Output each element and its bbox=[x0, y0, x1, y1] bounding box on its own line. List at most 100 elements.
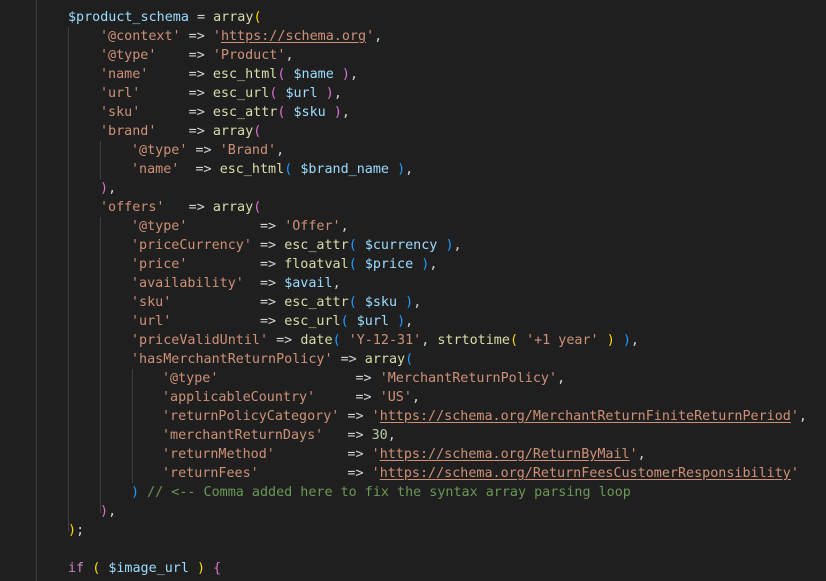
bracket-token: ) bbox=[397, 314, 406, 329]
operator-token bbox=[599, 333, 607, 348]
string-token: 'availability' bbox=[131, 276, 244, 291]
string-token: '@type' bbox=[100, 48, 157, 63]
number-token: 30 bbox=[371, 428, 388, 443]
operator-token: => bbox=[315, 390, 380, 405]
operator-token: => bbox=[140, 86, 213, 101]
string-token: ' bbox=[371, 447, 380, 462]
bracket-token: ) bbox=[325, 86, 334, 101]
variable-token: $brand_name bbox=[300, 162, 389, 177]
bracket-token: ) bbox=[100, 181, 109, 196]
operator-token: = bbox=[188, 10, 214, 25]
bracket-token: ) bbox=[197, 561, 206, 576]
code-line: 'priceValidUntil' => date( 'Y-12-31', st… bbox=[0, 331, 807, 350]
operator-token: , bbox=[411, 390, 420, 405]
string-token: ' bbox=[629, 447, 638, 462]
variable-token: $image_url bbox=[108, 561, 189, 576]
bracket-token: ( bbox=[405, 352, 414, 367]
operator-token: , bbox=[405, 314, 414, 329]
string-token: ' bbox=[790, 466, 799, 481]
operator-token: => bbox=[323, 428, 372, 443]
function-token: esc_url bbox=[212, 86, 270, 101]
variable-token: $url bbox=[285, 86, 318, 101]
bracket-token: ( bbox=[332, 333, 341, 348]
code-line: 'availability' => $avail, bbox=[0, 274, 807, 293]
operator-token: => bbox=[171, 314, 285, 329]
code-line: 'url' => esc_url( $url ), bbox=[0, 84, 807, 103]
operator-token bbox=[389, 162, 397, 177]
string-token: 'Product' bbox=[212, 48, 286, 63]
variable-token: $avail bbox=[284, 276, 333, 291]
string-token: '@type' bbox=[162, 371, 219, 386]
string-token: 'merchantReturnDays' bbox=[162, 428, 324, 443]
code-line: ); bbox=[0, 521, 807, 540]
bracket-token: ( bbox=[253, 200, 262, 215]
variable-token: $name bbox=[293, 67, 334, 82]
bracket-token: ) bbox=[341, 67, 350, 82]
operator-token bbox=[326, 105, 334, 120]
code-line: '@type' => 'Product', bbox=[0, 46, 807, 65]
keyword-token: if bbox=[68, 561, 85, 576]
operator-token: , bbox=[341, 105, 350, 120]
function-token: array bbox=[213, 10, 254, 25]
operator-token: , bbox=[340, 219, 349, 234]
operator-token bbox=[84, 561, 92, 576]
bracket-token: ) bbox=[68, 523, 77, 538]
code-line: '@context' => 'https://schema.org', bbox=[0, 27, 807, 46]
bracket-token: { bbox=[213, 561, 222, 576]
bracket-token: ) bbox=[606, 333, 615, 348]
code-editor[interactable]: $product_schema = array( '@context' => '… bbox=[0, 0, 826, 581]
string-token: ' bbox=[366, 29, 375, 44]
code-line: 'returnPolicyCategory' => 'https://schem… bbox=[0, 407, 807, 426]
string-token: 'brand' bbox=[100, 124, 157, 139]
string-token: 'priceValidUntil' bbox=[131, 333, 269, 348]
string-token: 'Brand' bbox=[219, 143, 277, 158]
operator-token bbox=[189, 561, 197, 576]
bracket-token: ) bbox=[333, 105, 342, 120]
string-token: 'Y-12-31' bbox=[348, 333, 422, 348]
code-line: 'price' => floatval( $price ), bbox=[0, 255, 807, 274]
comment-token: // <-- Comma added here to fix the synta… bbox=[147, 485, 631, 500]
string-token: ' bbox=[790, 409, 799, 424]
bracket-token: ( bbox=[253, 10, 262, 25]
operator-token bbox=[357, 295, 365, 310]
operator-token bbox=[285, 105, 293, 120]
operator-token: => bbox=[339, 409, 372, 424]
string-token: 'url' bbox=[100, 86, 141, 101]
bracket-token: ) bbox=[131, 485, 140, 500]
operator-token: => bbox=[268, 333, 301, 348]
variable-token: $product_schema bbox=[68, 10, 189, 25]
string-token: 'name' bbox=[131, 162, 180, 177]
operator-token: , bbox=[413, 295, 422, 310]
operator-token: , bbox=[108, 181, 117, 196]
string-token: 'MerchantReturnPolicy' bbox=[379, 371, 558, 386]
function-token: floatval bbox=[284, 257, 349, 272]
code-line: '@type' => 'MerchantReturnPolicy', bbox=[0, 369, 807, 388]
code-line: 'offers' => array( bbox=[0, 198, 807, 217]
operator-token: => bbox=[156, 48, 213, 63]
code-line: '@type' => 'Offer', bbox=[0, 217, 807, 236]
function-token: date bbox=[300, 333, 333, 348]
string-token: 'sku' bbox=[131, 295, 172, 310]
variable-token: $url bbox=[356, 314, 389, 329]
operator-token: => bbox=[187, 219, 285, 234]
url-link[interactable]: https://schema.org/ReturnFeesCustomerRes… bbox=[380, 466, 791, 481]
function-token: esc_html bbox=[219, 162, 285, 177]
string-token: '@context' bbox=[100, 29, 181, 44]
code-line: ), bbox=[0, 179, 807, 198]
function-token: esc_attr bbox=[284, 238, 349, 253]
operator-token: => bbox=[156, 124, 213, 139]
code-line: '@type' => 'Brand', bbox=[0, 141, 807, 160]
string-token: ' bbox=[212, 29, 221, 44]
url-link[interactable]: https://schema.org bbox=[221, 29, 366, 44]
bracket-token: ( bbox=[253, 124, 262, 139]
operator-token: => bbox=[251, 238, 285, 253]
operator-token: => bbox=[164, 200, 213, 215]
operator-token: => bbox=[140, 105, 213, 120]
code-line: 'sku' => esc_attr( $sku ), bbox=[0, 293, 807, 312]
operator-token: => bbox=[179, 162, 220, 177]
operator-token: , bbox=[429, 257, 438, 272]
code-area[interactable]: $product_schema = array( '@context' => '… bbox=[0, 8, 807, 578]
url-link[interactable]: https://schema.org/MerchantReturnFiniteR… bbox=[380, 409, 791, 424]
url-link[interactable]: https://schema.org/ReturnByMail bbox=[380, 447, 630, 462]
operator-token bbox=[518, 333, 526, 348]
